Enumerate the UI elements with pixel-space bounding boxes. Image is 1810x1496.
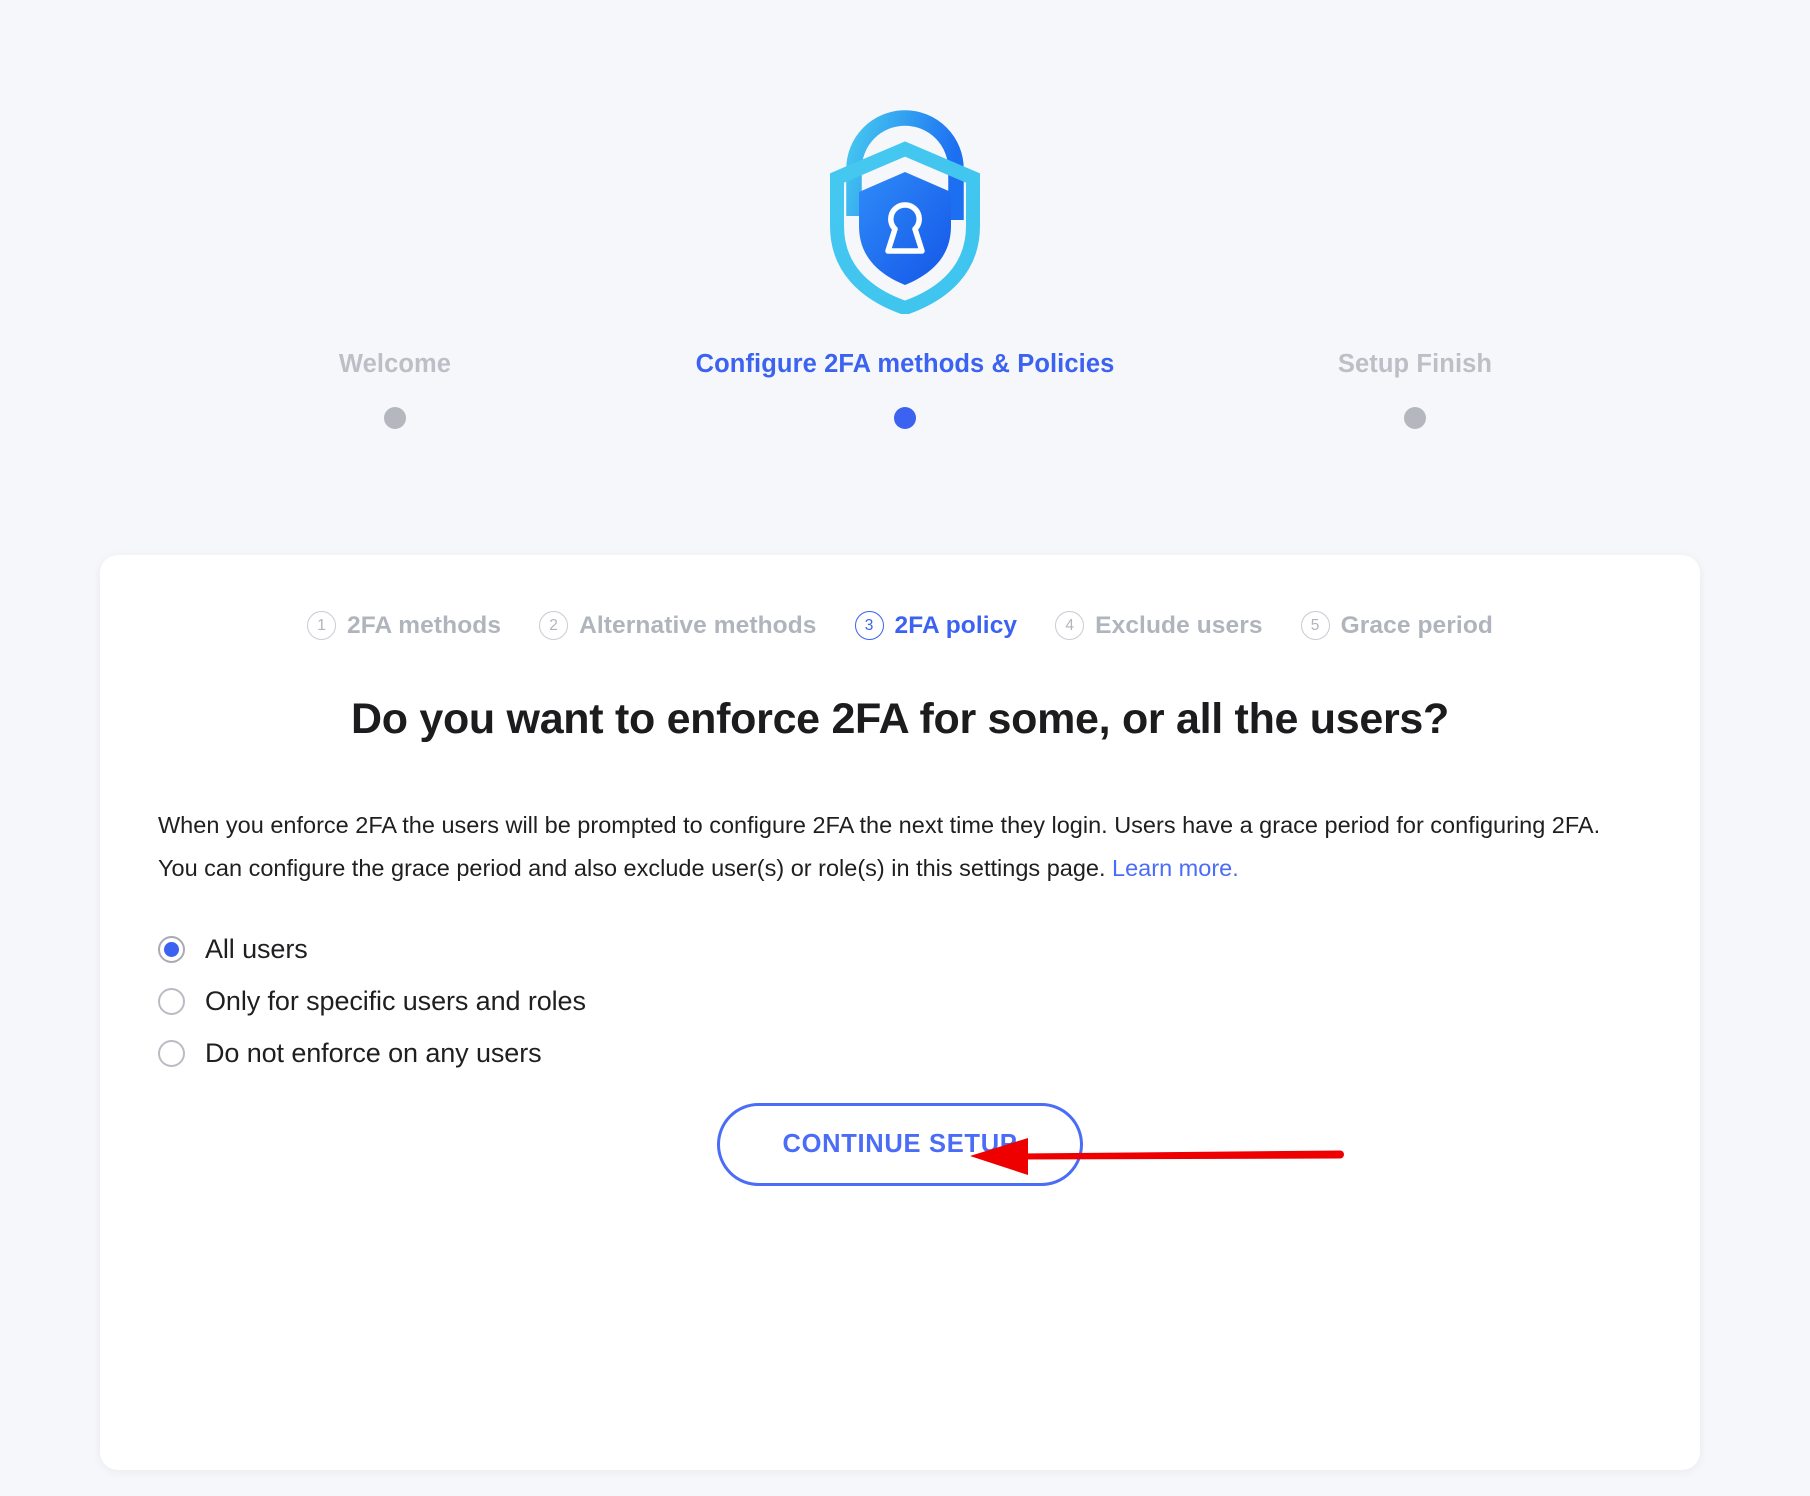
setup-card: 1 2FA methods 2 Alternative methods 3 2F… xyxy=(100,555,1700,1470)
radio-indicator[interactable] xyxy=(158,988,185,1016)
radio-option-label: Only for specific users and roles xyxy=(205,986,586,1017)
radio-option-all-users[interactable]: All users xyxy=(158,924,1700,976)
substep-number: 4 xyxy=(1055,611,1085,640)
wizard-step-label: Welcome xyxy=(338,350,452,378)
radio-inner-dot xyxy=(164,1046,179,1061)
substep-tab-grace-period[interactable]: 5 Grace period xyxy=(1300,611,1493,640)
page-title: Do you want to enforce 2FA for some, or … xyxy=(350,695,1450,743)
substep-number: 1 xyxy=(307,611,337,640)
substep-label: 2FA policy xyxy=(894,611,1018,639)
substep-tab-alternative-methods[interactable]: 2 Alternative methods xyxy=(539,611,816,640)
description-text: When you enforce 2FA the users will be p… xyxy=(158,804,1642,890)
radio-option-do-not-enforce[interactable]: Do not enforce on any users xyxy=(158,1028,1700,1080)
substep-label: Grace period xyxy=(1340,611,1493,639)
learn-more-link[interactable]: Learn more. xyxy=(1112,855,1239,881)
substep-label: 2FA methods xyxy=(347,611,502,639)
shield-lock-icon xyxy=(830,110,980,314)
radio-inner-dot xyxy=(164,994,179,1009)
substep-label: Exclude users xyxy=(1095,611,1263,639)
radio-indicator[interactable] xyxy=(158,1040,185,1068)
substep-tab-2fa-policy[interactable]: 3 2FA policy xyxy=(854,611,1018,640)
wizard-step-label: Configure 2FA methods & Policies xyxy=(695,350,1115,378)
app-logo xyxy=(0,0,1810,314)
substep-number: 2 xyxy=(539,611,569,640)
substep-tabs: 1 2FA methods 2 Alternative methods 3 2F… xyxy=(100,555,1700,640)
substep-number: 5 xyxy=(1300,611,1330,640)
radio-option-label: Do not enforce on any users xyxy=(205,1038,542,1069)
wizard-step-dot xyxy=(894,407,916,429)
wizard-step-dot xyxy=(384,407,406,429)
cta-container: CONTINUE SETUP xyxy=(100,1103,1700,1186)
substep-label: Alternative methods xyxy=(579,611,817,639)
wizard-progress: Welcome Configure 2FA methods & Policies… xyxy=(0,350,1810,429)
radio-inner-dot xyxy=(164,942,179,958)
policy-radio-group: All users Only for specific users and ro… xyxy=(158,924,1700,1080)
wizard-step-dot xyxy=(1404,407,1426,429)
substep-number: 3 xyxy=(854,611,884,640)
radio-option-label: All users xyxy=(205,934,308,965)
wizard-step-configure[interactable]: Configure 2FA methods & Policies xyxy=(650,350,1160,429)
description-body: When you enforce 2FA the users will be p… xyxy=(158,812,1601,881)
wizard-step-label: Setup Finish xyxy=(1337,350,1493,378)
continue-setup-button[interactable]: CONTINUE SETUP xyxy=(717,1103,1083,1186)
radio-option-specific-users-and-roles[interactable]: Only for specific users and roles xyxy=(158,976,1700,1028)
radio-indicator[interactable] xyxy=(158,936,185,964)
wizard-step-welcome[interactable]: Welcome xyxy=(140,350,650,429)
substep-tab-exclude-users[interactable]: 4 Exclude users xyxy=(1055,611,1263,640)
substep-tab-2fa-methods[interactable]: 1 2FA methods xyxy=(307,611,501,640)
wizard-step-setup-finish[interactable]: Setup Finish xyxy=(1160,350,1670,429)
